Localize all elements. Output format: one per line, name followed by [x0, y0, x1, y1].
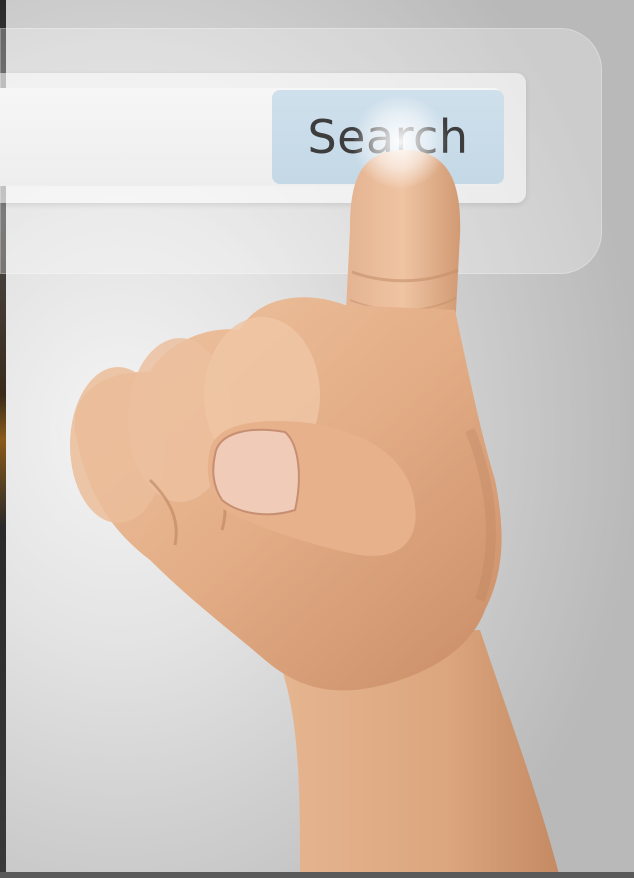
bottom-edge-strip — [0, 872, 634, 878]
hand-pointing-photo — [70, 150, 560, 878]
thumbnail — [212, 428, 300, 516]
photo-scene: Search — [0, 0, 634, 878]
